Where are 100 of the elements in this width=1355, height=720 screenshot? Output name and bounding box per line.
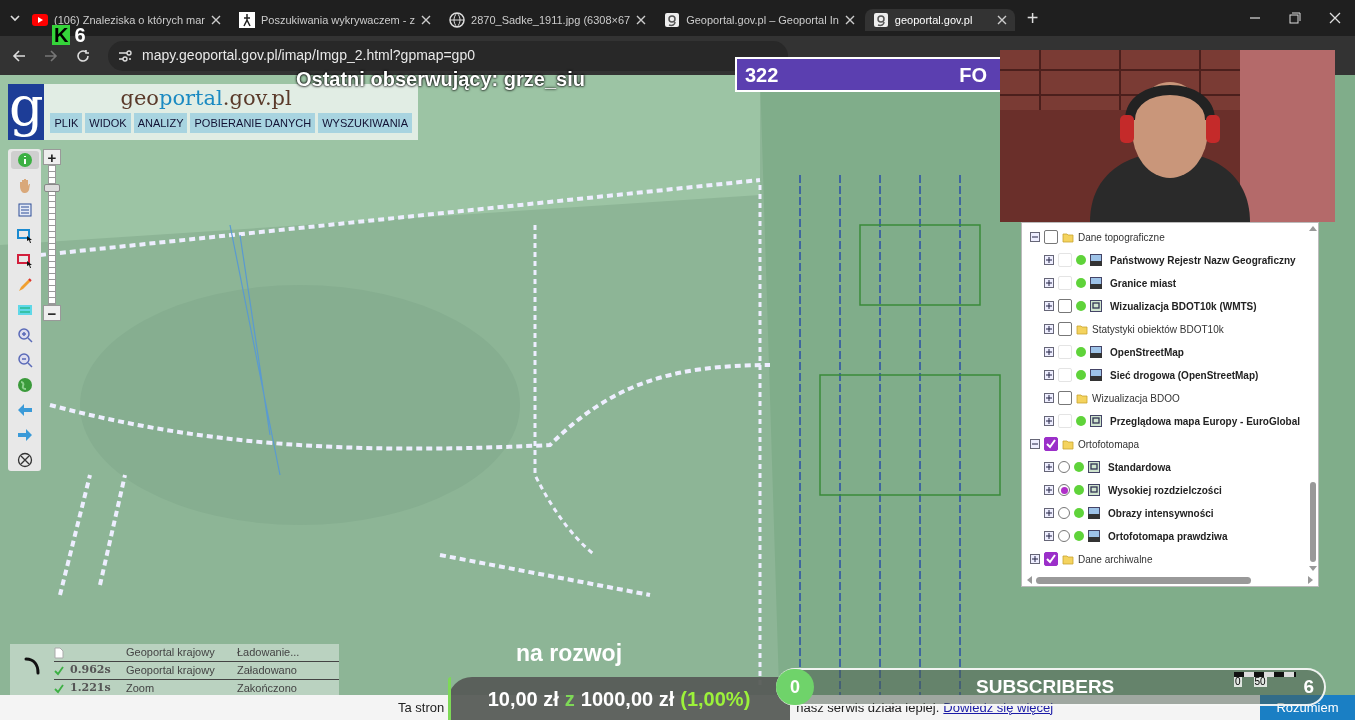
collapse-icon[interactable] <box>1030 439 1040 449</box>
menu-item[interactable]: PLIK <box>50 113 83 133</box>
layer-label[interactable]: Obrazy intensywności <box>1108 505 1214 521</box>
checkbox[interactable] <box>1044 230 1058 244</box>
zoom-out-icon <box>16 352 33 368</box>
status-dot-icon <box>1076 301 1086 311</box>
folder-label[interactable]: Ortofotomapa <box>1078 436 1140 452</box>
expand-icon[interactable] <box>1044 416 1054 426</box>
expand-icon[interactable] <box>1044 347 1054 357</box>
expand-icon[interactable] <box>1044 301 1054 311</box>
expand-icon[interactable] <box>1044 370 1054 380</box>
tile-layer-icon <box>1088 461 1100 473</box>
learn-more-link[interactable]: Dowiedz się więcej <box>943 697 1054 718</box>
elapsed-time: 0.962s <box>70 662 112 679</box>
log-source: Geoportal krajowy <box>126 663 216 679</box>
layer-label[interactable]: Wysokiej rozdzielczości <box>1108 482 1222 498</box>
site-settings-icon[interactable] <box>118 49 132 62</box>
scale-label: 50 <box>1253 677 1267 687</box>
checkbox[interactable] <box>1058 299 1072 313</box>
check-icon <box>54 665 64 676</box>
expand-icon[interactable] <box>1044 393 1054 403</box>
map-layer-icon <box>1088 507 1100 519</box>
status-dot-icon <box>1076 370 1086 380</box>
slider-thumb[interactable] <box>44 184 60 193</box>
browser-tab[interactable]: Geoportal.gov.pl – Geoportal In <box>656 9 863 31</box>
folder-icon <box>1076 323 1088 335</box>
expand-icon[interactable] <box>1044 531 1054 541</box>
close-icon[interactable] <box>844 15 855 25</box>
status-dot-icon <box>1076 255 1086 265</box>
restore-icon[interactable] <box>1289 12 1301 24</box>
pencil-icon <box>16 277 33 293</box>
menu-item[interactable]: WYSZUKIWANIA <box>318 113 412 133</box>
video-play-icon <box>32 12 48 28</box>
expand-icon[interactable] <box>1044 255 1054 265</box>
radio-button[interactable] <box>1058 461 1070 473</box>
checkbox[interactable] <box>1058 391 1072 405</box>
folder-label[interactable]: Dane archiwalne <box>1078 551 1153 567</box>
folder-label[interactable]: Wizualizacja BDOO <box>1092 390 1180 406</box>
menu-item[interactable]: WIDOK <box>85 113 131 133</box>
status-dot-icon <box>1076 278 1086 288</box>
browser-tab[interactable]: 2870_Sadke_1911.jpg (6308×67 <box>441 9 655 31</box>
radio-button[interactable] <box>1058 484 1070 496</box>
close-icon[interactable] <box>1329 12 1341 24</box>
url-text: mapy.geoportal.gov.pl/imap/Imgp_2.html?gpmap=gp0 <box>142 46 475 65</box>
selection-icon <box>16 227 33 243</box>
map-layer-icon <box>1090 346 1102 358</box>
checkbox[interactable] <box>1058 322 1072 336</box>
expand-icon[interactable] <box>1030 554 1040 564</box>
layer-label[interactable]: Wizualizacja BDOT10k (WMTS) <box>1110 298 1257 314</box>
zoom-out-button[interactable]: − <box>43 305 61 321</box>
menu-item[interactable]: ANALIZY <box>133 113 188 133</box>
elapsed-time: 1.221s <box>70 680 112 697</box>
scroll-down-icon[interactable] <box>1309 566 1317 572</box>
folder-label[interactable]: Dane topograficzne <box>1078 229 1165 245</box>
close-icon[interactable] <box>636 15 647 25</box>
expand-icon[interactable] <box>1044 462 1054 472</box>
cookie-text: Ta stron <box>398 698 445 717</box>
amount-goal: 1000,00 zł <box>580 686 675 712</box>
radio-button[interactable] <box>1058 530 1070 542</box>
close-icon[interactable] <box>421 15 432 25</box>
log-source: Geoportal krajowy <box>126 645 216 661</box>
status-dot-icon <box>1074 508 1084 518</box>
forward-icon[interactable] <box>44 48 58 63</box>
scroll-left-icon[interactable] <box>1026 576 1032 584</box>
menu-item[interactable]: POBIERANIE DANYCH <box>190 113 316 133</box>
checkbox[interactable] <box>1044 552 1058 566</box>
expand-icon[interactable] <box>1044 508 1054 518</box>
map-layer-icon <box>1090 254 1102 266</box>
new-tab-button[interactable]: + <box>1016 3 1049 33</box>
browser-tab[interactable]: Poszukiwania wykrywaczem - z <box>231 9 440 31</box>
info-icon <box>16 152 33 168</box>
tile-layer-icon <box>1090 300 1102 312</box>
checkbox[interactable] <box>1044 437 1058 451</box>
expand-icon[interactable] <box>1044 324 1054 334</box>
close-icon[interactable] <box>211 15 221 25</box>
tile-layer-icon <box>1090 415 1102 427</box>
browser-tab[interactable]: geoportal.gov.pl <box>864 9 1015 31</box>
globe-icon <box>449 12 466 28</box>
zoom-in-button[interactable]: + <box>43 149 61 165</box>
folder-icon <box>1076 392 1088 404</box>
folder-icon <box>1062 231 1074 243</box>
reload-icon[interactable] <box>76 48 90 63</box>
collapse-icon[interactable] <box>1030 232 1040 242</box>
expand-icon[interactable] <box>1044 485 1054 495</box>
close-icon[interactable] <box>996 15 1007 25</box>
geoportal-logo: g <box>8 84 45 140</box>
badge-count: 6 <box>74 25 86 45</box>
layer-label[interactable]: Standardowa <box>1108 459 1171 475</box>
log-message: Ładowanie... <box>237 645 300 661</box>
folder-label[interactable]: Statystyki obiektów BDOT10k <box>1092 321 1224 337</box>
scroll-up-icon[interactable] <box>1309 225 1317 231</box>
tile-layer-icon <box>1088 484 1100 496</box>
subscriber-label: SUBSCRIBERS <box>976 674 1115 699</box>
back-icon[interactable] <box>12 48 26 63</box>
status-dot-icon <box>1074 485 1084 495</box>
scroll-right-icon[interactable] <box>1308 576 1314 584</box>
layer-label[interactable]: Ortofotomapa prawdziwa <box>1108 528 1228 544</box>
expand-icon[interactable] <box>1044 278 1054 288</box>
counter-label: FO <box>959 62 988 88</box>
radio-button[interactable] <box>1058 507 1070 519</box>
